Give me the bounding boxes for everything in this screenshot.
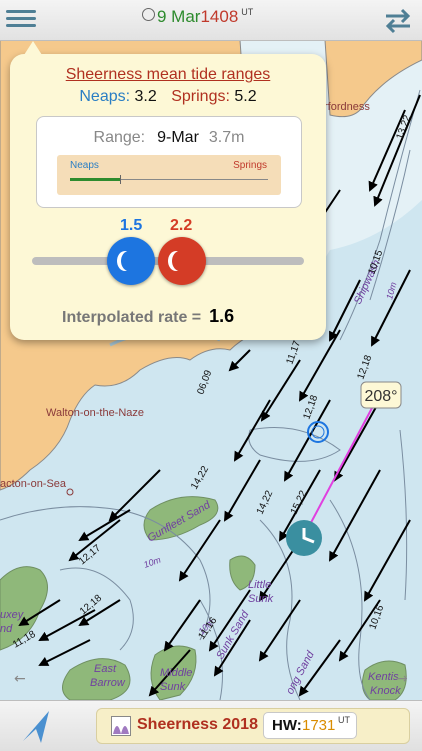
clock-icon xyxy=(142,8,155,21)
interp-value: 1.6 xyxy=(209,306,235,326)
bar-marker xyxy=(119,175,121,184)
hamburger-menu-icon[interactable] xyxy=(4,6,38,34)
heading-label: 208° xyxy=(360,381,402,409)
neaps-value: 3.2 xyxy=(134,88,157,105)
label-uxey-1: uxey xyxy=(0,609,25,621)
mean-ranges: Neaps: 3.2 Springs: 5.2 xyxy=(10,88,326,106)
springs-label: Springs: xyxy=(171,88,230,105)
station-selector[interactable]: Sheerness 2018 HW: 1731 UT xyxy=(96,708,410,744)
bar-fill xyxy=(70,178,120,181)
pan-right-icon[interactable]: → xyxy=(396,671,408,687)
moon-icon xyxy=(172,251,188,271)
date-text: 9 Mar xyxy=(157,7,201,26)
label-middle-sunk-1: Middle xyxy=(160,667,192,679)
tide-graph-icon xyxy=(111,716,131,736)
label-east-barrow-1: East xyxy=(94,663,117,675)
top-toolbar: 9 Mar1408 UT xyxy=(0,0,422,41)
range-row: Range: 9-Mar 3.7m xyxy=(37,129,301,147)
neaps-label: Neaps: xyxy=(79,88,131,105)
tide-range-popup: Sheerness mean tide ranges Neaps: 3.2 Sp… xyxy=(10,41,326,340)
label-little-sunk-1: Little xyxy=(248,579,271,591)
springs-value: 5.2 xyxy=(234,88,257,105)
neaps-rate-value: 1.5 xyxy=(120,217,143,234)
pan-left-icon[interactable]: ← xyxy=(14,671,26,687)
place-harfordness: rfordness xyxy=(324,101,370,113)
range-date: 9-Mar xyxy=(157,129,199,146)
hw-time: 1731 xyxy=(302,717,336,734)
label-east-barrow-2: Barrow xyxy=(90,677,126,689)
swap-arrows-icon[interactable] xyxy=(382,6,414,34)
moon-icon xyxy=(121,251,137,271)
high-water-box: HW: 1731 UT xyxy=(263,712,357,739)
navigation-arrow-icon[interactable] xyxy=(17,707,55,745)
interpolated-rate: Interpolated rate = 1.6 xyxy=(62,306,234,327)
vessel-clock-icon[interactable] xyxy=(286,520,322,556)
range-bar: Neaps Springs xyxy=(57,155,281,195)
label-uxey-2: nd xyxy=(0,623,13,635)
label-kentish-1: Kentis xyxy=(368,671,399,683)
bottom-toolbar: Sheerness 2018 HW: 1731 UT xyxy=(0,700,422,751)
neaps-moon-knob[interactable] xyxy=(107,237,155,285)
label-little-sunk-2: Sunk xyxy=(248,593,274,605)
place-walton: Walton-on-the-Naze xyxy=(46,407,144,419)
springs-moon-knob[interactable] xyxy=(158,237,206,285)
hw-label: HW: xyxy=(272,717,302,734)
date-time-display[interactable]: 9 Mar1408 UT xyxy=(142,7,253,27)
hw-suffix: UT xyxy=(338,715,350,725)
svg-text:208°: 208° xyxy=(364,388,397,405)
springs-rate-value: 2.2 xyxy=(170,217,193,234)
bar-neaps-label: Neaps xyxy=(70,160,99,171)
time-suffix: UT xyxy=(241,7,254,18)
bar-springs-label: Springs xyxy=(233,160,267,171)
range-label: Range: xyxy=(93,129,146,146)
place-clacton: acton-on-Sea xyxy=(0,478,67,490)
range-box: Range: 9-Mar 3.7m Neaps Springs xyxy=(36,116,302,208)
label-middle-sunk-2: Sunk xyxy=(160,681,186,693)
time-text: 1408 xyxy=(200,7,239,26)
range-value: 3.7m xyxy=(208,129,245,146)
popup-title: Sheerness mean tide ranges xyxy=(65,66,271,83)
station-name: Sheerness 2018 xyxy=(137,716,258,733)
interp-label: Interpolated rate = xyxy=(62,309,202,326)
